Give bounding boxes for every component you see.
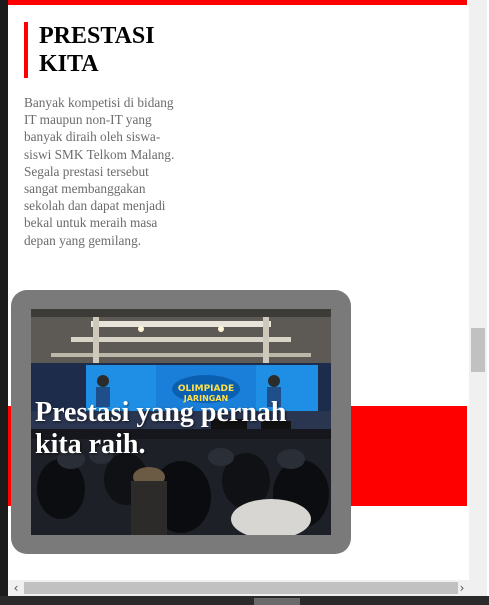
svg-text:OLIMPIADE: OLIMPIADE [178, 384, 234, 394]
card-caption: Prestasi yang pernah kita raih. [35, 397, 287, 460]
scrollbar-corner [469, 580, 487, 596]
top-accent-bar [8, 0, 467, 5]
achievement-card[interactable]: OLIMPIADE JARINGAN Prestasi yang pernah … [11, 290, 351, 554]
achievement-photo: OLIMPIADE JARINGAN Prestasi yang pernah … [31, 309, 331, 535]
horizontal-scrollbar-thumb[interactable] [24, 582, 458, 594]
scroll-right-icon[interactable]: › [454, 580, 470, 596]
window-bottom-edge [0, 596, 489, 605]
horizontal-scrollbar[interactable]: ‹ › [8, 580, 487, 596]
section-description: Banyak kompetisi di bidang IT maupun non… [24, 95, 175, 248]
window-left-edge [0, 0, 8, 605]
vertical-scrollbar[interactable] [469, 0, 487, 580]
page-viewport: PRESTASI KITA Banyak kompetisi di bidang… [8, 0, 469, 580]
section-title: PRESTASI KITA [24, 22, 189, 78]
scroll-left-icon[interactable]: ‹ [8, 580, 24, 596]
vertical-scrollbar-thumb[interactable] [471, 328, 485, 372]
taskbar-segment [254, 598, 300, 605]
